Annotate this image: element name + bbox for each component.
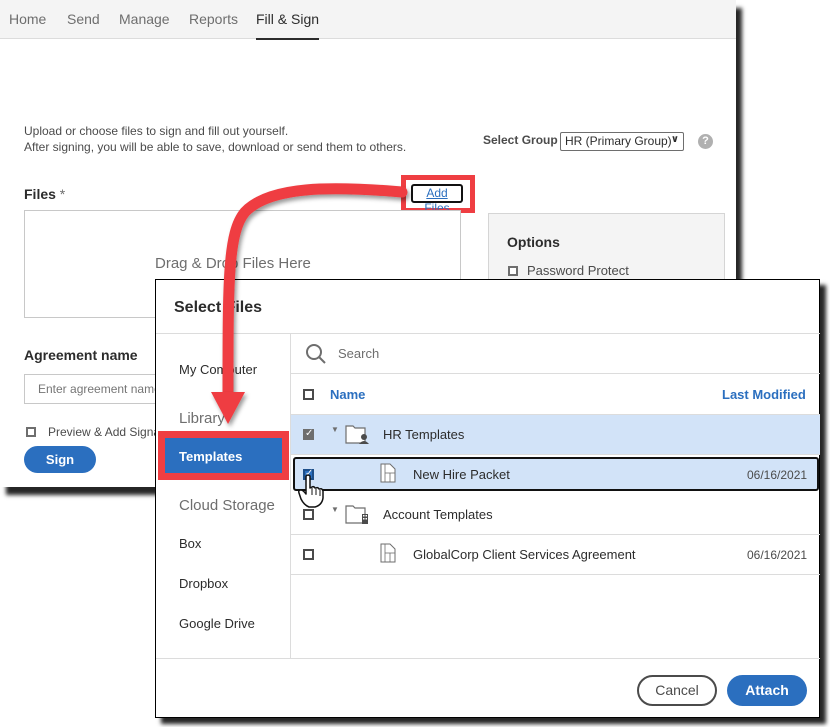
chevron-down-icon: ∨ — [670, 134, 679, 145]
tab-fill-sign[interactable]: Fill & Sign — [256, 11, 320, 40]
list-item-new-hire-packet[interactable] — [293, 457, 819, 491]
tab-reports[interactable]: Reports — [189, 11, 238, 27]
attach-button[interactable]: Attach — [727, 675, 807, 706]
sidebar-item-google-drive[interactable]: Google Drive — [179, 616, 255, 631]
tab-manage[interactable]: Manage — [119, 11, 170, 27]
password-protect-label: Password Protect — [527, 263, 629, 278]
divider — [156, 658, 820, 659]
select-all-checkbox[interactable] — [303, 389, 314, 400]
expand-caret-icon[interactable]: ▼ — [331, 505, 339, 514]
organization-folder-icon — [345, 505, 368, 524]
column-header-last-modified[interactable]: Last Modified — [722, 387, 806, 402]
sidebar-item-library[interactable]: Library — [179, 410, 225, 427]
expand-caret-icon[interactable]: ▼ — [331, 425, 339, 434]
row-checkbox-new-hire-packet[interactable]: ✓ — [303, 468, 314, 480]
select-group-dropdown[interactable]: HR (Primary Group) ∨ — [560, 132, 684, 151]
row-checkbox-hr-templates[interactable]: ✓ — [303, 428, 314, 440]
files-label: Files * — [24, 186, 65, 202]
sidebar-item-box[interactable]: Box — [179, 536, 201, 551]
template-document-icon — [380, 463, 396, 483]
select-group-value: HR (Primary Group) — [565, 134, 672, 148]
select-group-label: Select Group — [483, 133, 558, 147]
template-document-icon — [380, 543, 396, 563]
dropzone-text: Drag & Drop Files Here — [155, 255, 311, 272]
shared-folder-icon — [345, 425, 369, 444]
agreement-name-input[interactable] — [24, 374, 174, 404]
search-input[interactable]: Search — [338, 346, 379, 361]
tab-home[interactable]: Home — [9, 11, 46, 27]
top-navigation: Home Send Manage Reports Fill & Sign — [0, 0, 736, 40]
row-date-globalcorp-agreement: 06/16/2021 — [747, 548, 808, 562]
dialog-title: Select Files — [174, 299, 263, 316]
add-files-link[interactable]: Add Files — [411, 184, 463, 215]
check-icon: ✓ — [305, 428, 314, 439]
intro-text: Upload or choose files to sign and fill … — [24, 123, 406, 155]
cancel-button[interactable]: Cancel — [637, 675, 717, 706]
row-name-hr-templates[interactable]: HR Templates — [383, 427, 464, 442]
preview-checkbox[interactable] — [26, 427, 36, 437]
required-mark: * — [59, 186, 66, 202]
files-label-text: Files — [24, 186, 56, 202]
password-protect-checkbox[interactable] — [508, 266, 518, 276]
tab-send[interactable]: Send — [67, 11, 100, 27]
help-icon[interactable]: ? — [698, 134, 713, 149]
column-header-name[interactable]: Name — [330, 387, 365, 402]
row-date-new-hire-packet: 06/16/2021 — [747, 468, 808, 482]
intro-line-2: After signing, you will be able to save,… — [24, 140, 407, 154]
sidebar-item-dropbox[interactable]: Dropbox — [179, 576, 228, 591]
agreement-name-label: Agreement name — [24, 347, 138, 363]
row-checkbox-globalcorp-agreement[interactable] — [303, 549, 314, 560]
sign-button[interactable]: Sign — [24, 446, 96, 473]
options-title: Options — [507, 234, 560, 250]
row-checkbox-account-templates[interactable] — [303, 509, 314, 520]
sidebar-item-my-computer[interactable]: My Computer — [179, 362, 257, 377]
sidebar-section-cloud-storage: Cloud Storage — [179, 497, 275, 514]
row-name-account-templates[interactable]: Account Templates — [383, 507, 493, 522]
row-name-new-hire-packet[interactable]: New Hire Packet — [413, 467, 510, 482]
sidebar-item-templates[interactable]: Templates — [165, 438, 282, 473]
check-icon: ✓ — [305, 468, 314, 479]
intro-line-1: Upload or choose files to sign and fill … — [24, 124, 289, 138]
search-icon — [306, 344, 326, 364]
row-name-globalcorp-agreement[interactable]: GlobalCorp Client Services Agreement — [413, 547, 636, 562]
